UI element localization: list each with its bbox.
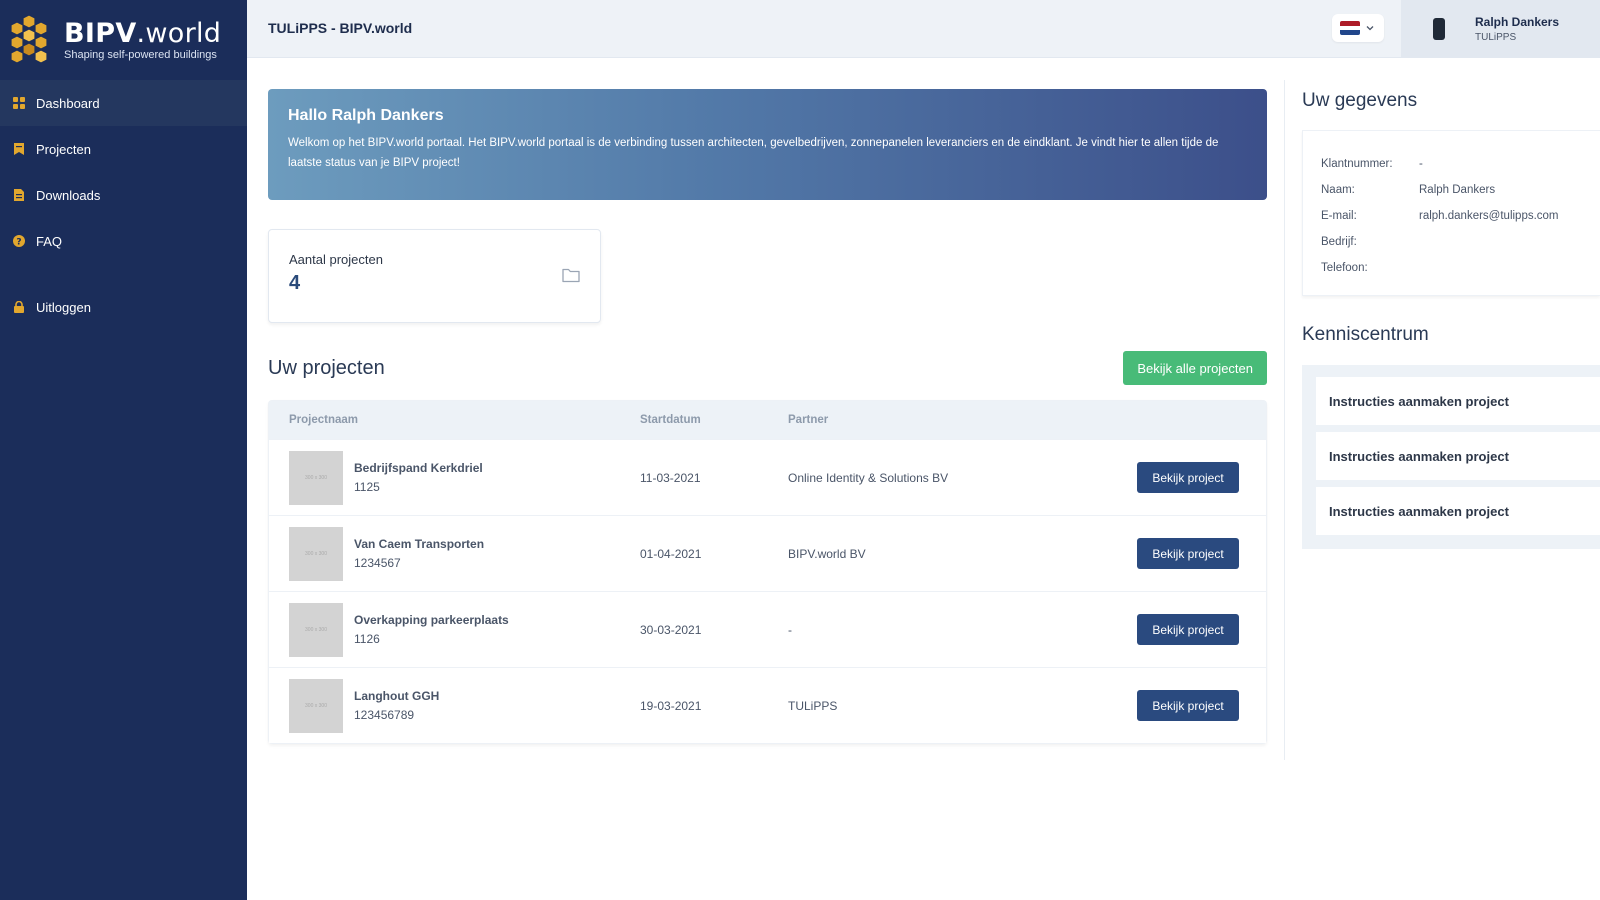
brand-logo[interactable]: BIPV.world Shaping self-powered building…: [0, 0, 247, 80]
project-name: Langhout GGH: [354, 689, 440, 703]
detail-key: Naam:: [1321, 184, 1355, 196]
sidebar-item-label: Uitloggen: [36, 299, 91, 315]
sidebar-item-dashboard[interactable]: Dashboard: [0, 80, 247, 126]
welcome-title: Hallo Ralph Dankers: [288, 107, 444, 124]
knowledge-item[interactable]: Instructies aanmaken project: [1316, 432, 1600, 480]
table-row: 300 x 300 Bedrijfspand Kerkdriel 1125 11…: [269, 439, 1266, 515]
detail-row: E-mail: ralph.dankers@tulipps.com: [1321, 203, 1582, 229]
project-partner: BIPV.world BV: [788, 546, 866, 561]
page-title: TULiPPS - BIPV.world: [268, 20, 413, 36]
language-selector[interactable]: [1332, 14, 1384, 42]
project-start-date: 19-03-2021: [640, 698, 702, 713]
project-number: 1234567: [354, 556, 401, 570]
sidebar-item-label: FAQ: [36, 233, 63, 249]
project-name: Van Caem Transporten: [354, 537, 485, 551]
sidebar-item-label: Dashboard: [36, 95, 100, 111]
lock-icon: [12, 300, 26, 314]
phone-icon: [1433, 18, 1445, 40]
detail-row: Klantnummer: -: [1321, 151, 1582, 177]
knowledge-item[interactable]: Instructies aanmaken project: [1316, 487, 1600, 535]
project-partner: -: [788, 622, 792, 637]
project-thumbnail: 300 x 300: [289, 678, 343, 733]
detail-row: Naam: Ralph Dankers: [1321, 177, 1582, 203]
question-icon: ?: [12, 234, 26, 248]
project-thumbnail: 300 x 300: [289, 602, 343, 657]
sidebar-item-projecten[interactable]: Projecten: [0, 126, 247, 172]
folder-icon: [562, 268, 580, 283]
project-count-label: Aantal projecten: [289, 252, 383, 267]
column-header-startdatum: Startdatum: [640, 414, 701, 426]
projects-title: Uw projecten: [268, 356, 385, 379]
detail-key: Bedrijf:: [1321, 236, 1357, 248]
project-partner: TULiPPS: [788, 698, 838, 713]
user-company: TULiPPS: [1475, 32, 1517, 43]
knowledge-item[interactable]: Instructies aanmaken project: [1316, 377, 1600, 425]
top-bar: TULiPPS - BIPV.world Ralph Dankers TULiP…: [247, 0, 1600, 58]
sidebar-item-logout[interactable]: Uitloggen: [0, 284, 247, 330]
project-number: 1125: [354, 480, 380, 494]
sidebar: BIPV.world Shaping self-powered building…: [0, 0, 247, 900]
projects-table: Projectnaam Startdatum Partner 300 x 300…: [268, 400, 1267, 744]
sidebar-nav: Dashboard Projecten Downloads ? FAQ Uitl: [0, 80, 247, 330]
detail-key: E-mail:: [1321, 210, 1357, 222]
sidebar-item-label: Projecten: [36, 141, 91, 157]
project-number: 123456789: [354, 708, 415, 722]
projects-header: Uw projecten Bekijk alle projecten: [268, 351, 1267, 385]
user-menu[interactable]: Ralph Dankers TULiPPS: [1401, 0, 1600, 58]
view-project-button[interactable]: Bekijk project: [1137, 614, 1239, 645]
project-count-card: Aantal projecten 4: [268, 229, 601, 323]
detail-row: Telefoon:: [1321, 255, 1582, 281]
project-count-value: 4: [289, 272, 301, 294]
project-name: Bedrijfspand Kerkdriel: [354, 461, 483, 475]
view-project-button[interactable]: Bekijk project: [1137, 462, 1239, 493]
file-icon: [12, 188, 26, 202]
project-name: Overkapping parkeerplaats: [354, 613, 509, 627]
sidebar-item-faq[interactable]: ? FAQ: [0, 218, 247, 264]
detail-value: ralph.dankers@tulipps.com: [1419, 210, 1559, 222]
bookmark-icon: [12, 142, 26, 156]
svg-text:?: ?: [16, 237, 21, 247]
chevron-down-icon: [1366, 26, 1374, 31]
column-header-projectnaam: Projectnaam: [289, 414, 359, 426]
brand-tagline: Shaping self-powered buildings: [64, 48, 217, 61]
welcome-banner: Hallo Ralph Dankers Welkom op het BIPV.w…: [268, 89, 1267, 200]
detail-key: Klantnummer:: [1321, 158, 1393, 170]
welcome-text: Welkom op het BIPV.world portaal. Het BI…: [288, 137, 1219, 169]
table-header: Projectnaam Startdatum Partner: [269, 401, 1266, 439]
details-title: Uw gegevens: [1302, 90, 1418, 111]
honeycomb-logo-icon: [10, 14, 48, 64]
view-project-button[interactable]: Bekijk project: [1137, 690, 1239, 721]
nav-spacer: [0, 264, 247, 284]
detail-row: Bedrijf:: [1321, 229, 1582, 255]
column-divider: [1284, 80, 1285, 760]
project-start-date: 30-03-2021: [640, 622, 702, 637]
project-start-date: 11-03-2021: [640, 470, 701, 485]
user-name: Ralph Dankers: [1475, 15, 1560, 29]
grid-icon: [12, 96, 26, 110]
sidebar-item-downloads[interactable]: Downloads: [0, 172, 247, 218]
nl-flag-icon: [1340, 21, 1360, 35]
table-row: 300 x 300 Overkapping parkeerplaats 1126…: [269, 591, 1266, 667]
view-project-button[interactable]: Bekijk project: [1137, 538, 1239, 569]
detail-key: Telefoon:: [1321, 262, 1368, 274]
detail-value: -: [1419, 158, 1423, 170]
project-start-date: 01-04-2021: [640, 546, 702, 561]
customer-details-card: Klantnummer: - Naam: Ralph Dankers E-mai…: [1302, 130, 1600, 296]
table-row: 300 x 300 Langhout GGH 123456789 19-03-2…: [269, 667, 1266, 743]
sidebar-item-label: Downloads: [36, 187, 101, 203]
project-number: 1126: [354, 632, 380, 646]
project-thumbnail: 300 x 300: [289, 526, 343, 581]
column-header-partner: Partner: [788, 414, 829, 426]
right-panel: Uw gegevens Klantnummer: - Naam: Ralph D…: [1302, 90, 1600, 549]
project-partner: Online Identity & Solutions BV: [788, 470, 949, 485]
brand-name: BIPV.world: [64, 17, 222, 49]
knowledge-center-title: Kenniscentrum: [1302, 324, 1429, 345]
detail-value: Ralph Dankers: [1419, 184, 1496, 196]
main-content: Hallo Ralph Dankers Welkom op het BIPV.w…: [268, 89, 1267, 744]
table-row: 300 x 300 Van Caem Transporten 1234567 0…: [269, 515, 1266, 591]
knowledge-center-list: Instructies aanmaken project Instructies…: [1302, 365, 1600, 549]
view-all-projects-button[interactable]: Bekijk alle projecten: [1123, 351, 1267, 385]
project-thumbnail: 300 x 300: [289, 450, 343, 505]
